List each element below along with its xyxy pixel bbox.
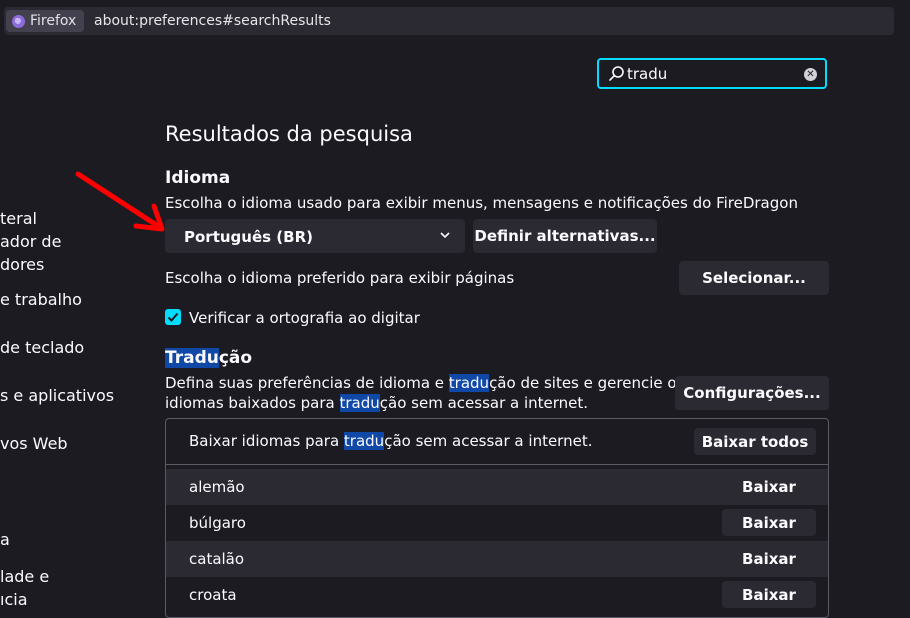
- download-button[interactable]: Baixar: [722, 545, 816, 572]
- language-name: catalão: [189, 550, 245, 568]
- translation-settings-button[interactable]: Configurações...: [675, 376, 829, 410]
- table-row: croata Baixar: [166, 577, 828, 613]
- chevron-down-icon: [440, 232, 450, 239]
- table-header-text: Baixar idiomas para tradução sem acessar…: [189, 432, 592, 450]
- search-icon: [609, 66, 624, 81]
- language-select[interactable]: Português (BR): [165, 219, 465, 253]
- spellcheck-label[interactable]: Verificar a ortografia ao digitar: [189, 309, 420, 327]
- download-button[interactable]: Baixar: [722, 509, 816, 536]
- header-text: ção sem acessar a internet.: [384, 432, 593, 450]
- translation-heading: Tradução: [165, 348, 252, 368]
- sidebar-item-search-engine[interactable]: ador de: [0, 232, 61, 251]
- table-row: búlgaro Baixar: [166, 505, 828, 541]
- sidebar-item-privacy[interactable]: lade e: [0, 567, 49, 586]
- download-button[interactable]: Baixar: [722, 581, 816, 608]
- identity-box[interactable]: Firefox: [6, 10, 85, 32]
- translation-heading-rest: ção: [218, 348, 253, 368]
- identity-label: Firefox: [30, 13, 77, 29]
- translation-heading-highlight: Tradu: [165, 348, 219, 368]
- select-languages-button[interactable]: Selecionar...: [679, 261, 829, 295]
- annotation-arrow-icon: [75, 171, 165, 232]
- header-text: Baixar idiomas para: [189, 432, 344, 450]
- language-name: búlgaro: [189, 514, 246, 532]
- browser-toolbar: Firefox about:preferences#searchResults: [0, 0, 910, 40]
- search-input[interactable]: tradu: [627, 65, 667, 83]
- language-heading: Idioma: [165, 168, 231, 188]
- language-name: croata: [189, 586, 237, 604]
- page-title: Resultados da pesquisa: [165, 122, 413, 146]
- sidebar-item-web-apps[interactable]: vos Web: [0, 434, 68, 453]
- sidebar-item-workspace[interactable]: e trabalho: [0, 290, 82, 309]
- translation-languages-table: Baixar idiomas para tradução sem acessar…: [165, 418, 829, 618]
- sidebar-item-general[interactable]: teral: [0, 209, 37, 228]
- header-highlight: tradu: [343, 432, 385, 450]
- spellcheck-checkbox[interactable]: [165, 309, 181, 325]
- sidebar-item-privacy-2[interactable]: ıcia: [0, 590, 28, 609]
- translation-description-line1: Defina suas preferências de idioma e tra…: [165, 374, 684, 392]
- desc-text: idiomas baixados para: [165, 394, 340, 412]
- desc-highlight: tradu: [339, 394, 380, 412]
- desc-text: ção sem acessar a internet.: [379, 394, 589, 412]
- firefox-logo-icon: [12, 14, 25, 28]
- url-bar[interactable]: Firefox about:preferences#searchResults: [4, 7, 894, 35]
- desc-highlight: tradu: [448, 374, 490, 392]
- pages-language-description: Escolha o idioma preferido para exibir p…: [165, 269, 515, 287]
- desc-text: ção de sites e gerencie os: [489, 374, 685, 392]
- desc-text: Defina suas preferências de idioma e: [165, 374, 449, 392]
- language-description: Escolha o idioma usado para exibir menus…: [165, 194, 798, 212]
- table-row: catalão Baixar: [166, 541, 828, 577]
- set-alternatives-button[interactable]: Definir alternativas...: [473, 219, 657, 253]
- table-header: Baixar idiomas para tradução sem acessar…: [166, 419, 828, 465]
- language-name: alemão: [189, 478, 245, 496]
- sidebar-item-search-engines[interactable]: dores: [0, 255, 44, 274]
- translation-description-line2: idiomas baixados para tradução sem acess…: [165, 394, 588, 412]
- sidebar-item-a[interactable]: a: [0, 530, 10, 549]
- url-text[interactable]: about:preferences#searchResults: [94, 13, 331, 29]
- download-button[interactable]: Baixar: [722, 473, 816, 500]
- preferences-search-box[interactable]: tradu ✕: [597, 58, 827, 89]
- clear-search-icon[interactable]: ✕: [804, 68, 817, 81]
- language-select-value: Português (BR): [184, 228, 313, 246]
- download-all-button[interactable]: Baixar todos: [694, 428, 816, 455]
- checkmark-icon: [167, 312, 179, 322]
- sidebar-item-keyboard[interactable]: de teclado: [0, 338, 84, 357]
- table-row: alemão Baixar: [166, 469, 828, 505]
- sidebar-item-applications[interactable]: s e aplicativos: [0, 386, 114, 405]
